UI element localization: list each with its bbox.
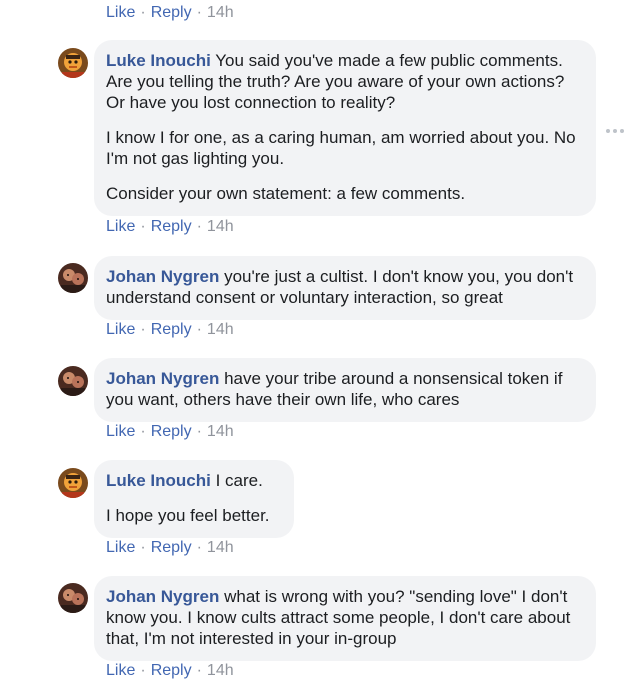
comment-paragraph: Johan Nygren you're just a cultist. I do… [106,266,584,308]
johan-avatar-icon [58,263,88,293]
comment-author[interactable]: Johan Nygren [106,369,219,388]
reply-link[interactable]: Reply [151,218,192,235]
avatar[interactable] [58,468,88,498]
comment-author[interactable]: Luke Inouchi [106,471,211,490]
separator-dot: · [140,423,146,440]
comment-bubble: Johan Nygren what is wrong with you? "se… [94,576,596,661]
separator-dot: · [196,423,202,440]
comment-bubble: Luke Inouchi I care. I hope you feel bet… [94,460,294,538]
johan-avatar-icon [58,583,88,613]
comment-bubble: Johan Nygren you're just a cultist. I do… [94,256,596,320]
timestamp: 14h [206,218,234,235]
timestamp: 14h [206,423,234,440]
separator-dot: · [140,218,146,235]
like-link[interactable]: Like [106,662,135,679]
timestamp: 14h [206,4,234,21]
avatar[interactable] [58,366,88,396]
avatar[interactable] [58,583,88,613]
comment-author[interactable]: Johan Nygren [106,267,219,286]
like-link[interactable]: Like [106,539,135,556]
separator-dot: · [196,539,202,556]
like-link[interactable]: Like [106,423,135,440]
reply-link[interactable]: Reply [151,662,192,679]
comment-bubble: Luke Inouchi You said you've made a few … [94,40,596,216]
comment-actions: Like · Reply · 14h [106,661,234,681]
more-options-icon[interactable] [606,128,626,134]
reply-link[interactable]: Reply [151,321,192,338]
comment-paragraph: I hope you feel better. [106,506,270,525]
avatar[interactable] [58,263,88,293]
comment-actions: Like · Reply · 14h [106,3,234,23]
comment-author[interactable]: Johan Nygren [106,587,219,606]
johan-avatar-icon [58,366,88,396]
like-link[interactable]: Like [106,4,135,21]
separator-dot: · [196,321,202,338]
comment-actions: Like · Reply · 14h [106,217,234,237]
comment-actions: Like · Reply · 14h [106,422,234,442]
comment-paragraph: Luke Inouchi You said you've made a few … [106,50,584,113]
timestamp: 14h [206,321,234,338]
comment-actions: Like · Reply · 14h [106,320,234,340]
timestamp: 14h [206,539,234,556]
separator-dot: · [196,218,202,235]
comment-paragraph: Consider your own statement: a few comme… [106,184,466,203]
luke-avatar-icon [58,48,88,78]
avatar[interactable] [58,48,88,78]
comment-paragraph: Johan Nygren what is wrong with you? "se… [106,586,584,649]
like-link[interactable]: Like [106,321,135,338]
reply-link[interactable]: Reply [151,4,192,21]
separator-dot: · [196,4,202,21]
separator-dot: · [196,662,202,679]
separator-dot: · [140,4,146,21]
reply-link[interactable]: Reply [151,423,192,440]
separator-dot: · [140,662,146,679]
comment-paragraph: I know I for one, as a caring human, am … [106,128,576,168]
comment-paragraph: Johan Nygren have your tribe around a no… [106,368,584,410]
timestamp: 14h [206,662,234,679]
comment-paragraph: Luke Inouchi I care. [106,470,282,491]
like-link[interactable]: Like [106,218,135,235]
comment-actions: Like · Reply · 14h [106,538,234,558]
comment-author[interactable]: Luke Inouchi [106,51,211,70]
luke-avatar-icon [58,468,88,498]
reply-link[interactable]: Reply [151,539,192,556]
comment-text: I care. [215,471,263,490]
comment-bubble: Johan Nygren have your tribe around a no… [94,358,596,422]
separator-dot: · [140,321,146,338]
comment-thread: Like · Reply · 14h Luke Inouchi You said you… [0,0,640,684]
separator-dot: · [140,539,146,556]
